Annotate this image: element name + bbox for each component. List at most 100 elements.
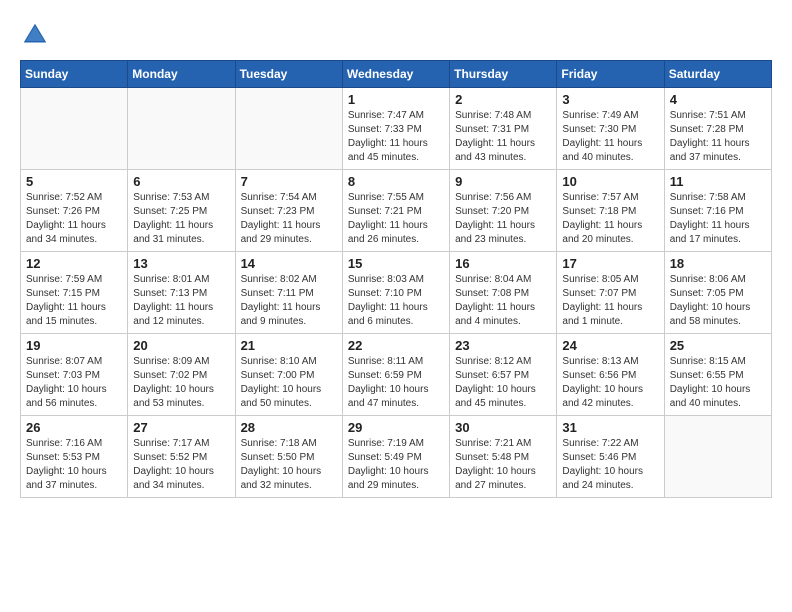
week-row-3: 12 Sunrise: 7:59 AM Sunset: 7:15 PM Dayl… [21,252,772,334]
day-header-sunday: Sunday [21,61,128,88]
daylight-label: Daylight: 10 hours and 45 minutes. [455,384,536,409]
day-header-thursday: Thursday [450,61,557,88]
calendar-cell: 29 Sunrise: 7:19 AM Sunset: 5:49 PM Dayl… [342,416,449,498]
calendar-cell: 28 Sunrise: 7:18 AM Sunset: 5:50 PM Dayl… [235,416,342,498]
sunset-label: Sunset: 5:52 PM [133,452,207,463]
calendar-cell [128,88,235,170]
cell-content: Sunrise: 8:10 AM Sunset: 7:00 PM Dayligh… [241,355,337,411]
daylight-label: Daylight: 11 hours and 31 minutes. [133,220,213,245]
daylight-label: Daylight: 10 hours and 40 minutes. [670,384,751,409]
day-number: 1 [348,92,444,107]
sunrise-label: Sunrise: 8:09 AM [133,356,209,367]
sunset-label: Sunset: 7:11 PM [241,288,314,299]
day-number: 10 [562,174,658,189]
day-number: 29 [348,420,444,435]
daylight-label: Daylight: 11 hours and 45 minutes. [348,138,428,163]
cell-content: Sunrise: 7:21 AM Sunset: 5:48 PM Dayligh… [455,437,551,493]
day-number: 3 [562,92,658,107]
daylight-label: Daylight: 10 hours and 32 minutes. [241,466,322,491]
daylight-label: Daylight: 10 hours and 50 minutes. [241,384,322,409]
calendar-cell: 9 Sunrise: 7:56 AM Sunset: 7:20 PM Dayli… [450,170,557,252]
cell-content: Sunrise: 7:19 AM Sunset: 5:49 PM Dayligh… [348,437,444,493]
day-number: 15 [348,256,444,271]
sunset-label: Sunset: 7:05 PM [670,288,744,299]
calendar-cell: 2 Sunrise: 7:48 AM Sunset: 7:31 PM Dayli… [450,88,557,170]
sunrise-label: Sunrise: 7:49 AM [562,110,638,121]
sunrise-label: Sunrise: 7:59 AM [26,274,102,285]
day-number: 11 [670,174,766,189]
calendar-cell: 22 Sunrise: 8:11 AM Sunset: 6:59 PM Dayl… [342,334,449,416]
calendar-cell: 10 Sunrise: 7:57 AM Sunset: 7:18 PM Dayl… [557,170,664,252]
sunrise-label: Sunrise: 8:07 AM [26,356,102,367]
cell-content: Sunrise: 8:03 AM Sunset: 7:10 PM Dayligh… [348,273,444,329]
day-number: 17 [562,256,658,271]
calendar-cell: 11 Sunrise: 7:58 AM Sunset: 7:16 PM Dayl… [664,170,771,252]
cell-content: Sunrise: 7:16 AM Sunset: 5:53 PM Dayligh… [26,437,122,493]
daylight-label: Daylight: 10 hours and 29 minutes. [348,466,429,491]
calendar-cell: 3 Sunrise: 7:49 AM Sunset: 7:30 PM Dayli… [557,88,664,170]
sunrise-label: Sunrise: 7:58 AM [670,192,746,203]
cell-content: Sunrise: 7:49 AM Sunset: 7:30 PM Dayligh… [562,109,658,165]
sunrise-label: Sunrise: 7:55 AM [348,192,424,203]
sunset-label: Sunset: 7:25 PM [133,206,207,217]
sunrise-label: Sunrise: 8:05 AM [562,274,638,285]
daylight-label: Daylight: 10 hours and 42 minutes. [562,384,643,409]
sunset-label: Sunset: 7:21 PM [348,206,422,217]
sunrise-label: Sunrise: 8:12 AM [455,356,531,367]
sunrise-label: Sunrise: 7:56 AM [455,192,531,203]
day-number: 28 [241,420,337,435]
cell-content: Sunrise: 8:12 AM Sunset: 6:57 PM Dayligh… [455,355,551,411]
cell-content: Sunrise: 7:22 AM Sunset: 5:46 PM Dayligh… [562,437,658,493]
sunset-label: Sunset: 5:46 PM [562,452,636,463]
daylight-label: Daylight: 11 hours and 34 minutes. [26,220,106,245]
cell-content: Sunrise: 8:07 AM Sunset: 7:03 PM Dayligh… [26,355,122,411]
calendar-cell [235,88,342,170]
daylight-label: Daylight: 11 hours and 20 minutes. [562,220,642,245]
cell-content: Sunrise: 7:57 AM Sunset: 7:18 PM Dayligh… [562,191,658,247]
daylight-label: Daylight: 10 hours and 37 minutes. [26,466,107,491]
cell-content: Sunrise: 7:47 AM Sunset: 7:33 PM Dayligh… [348,109,444,165]
day-header-wednesday: Wednesday [342,61,449,88]
sunset-label: Sunset: 7:03 PM [26,370,100,381]
day-number: 12 [26,256,122,271]
cell-content: Sunrise: 8:04 AM Sunset: 7:08 PM Dayligh… [455,273,551,329]
sunrise-label: Sunrise: 7:52 AM [26,192,102,203]
calendar-cell: 25 Sunrise: 8:15 AM Sunset: 6:55 PM Dayl… [664,334,771,416]
calendar-cell: 1 Sunrise: 7:47 AM Sunset: 7:33 PM Dayli… [342,88,449,170]
day-number: 8 [348,174,444,189]
day-number: 16 [455,256,551,271]
daylight-label: Daylight: 11 hours and 40 minutes. [562,138,642,163]
daylight-label: Daylight: 10 hours and 47 minutes. [348,384,429,409]
sunrise-label: Sunrise: 8:06 AM [670,274,746,285]
cell-content: Sunrise: 7:58 AM Sunset: 7:16 PM Dayligh… [670,191,766,247]
day-header-tuesday: Tuesday [235,61,342,88]
daylight-label: Daylight: 11 hours and 37 minutes. [670,138,750,163]
cell-content: Sunrise: 7:48 AM Sunset: 7:31 PM Dayligh… [455,109,551,165]
daylight-label: Daylight: 11 hours and 43 minutes. [455,138,535,163]
day-number: 27 [133,420,229,435]
cell-content: Sunrise: 8:15 AM Sunset: 6:55 PM Dayligh… [670,355,766,411]
calendar-cell: 5 Sunrise: 7:52 AM Sunset: 7:26 PM Dayli… [21,170,128,252]
sunset-label: Sunset: 7:10 PM [348,288,422,299]
daylight-label: Daylight: 10 hours and 53 minutes. [133,384,214,409]
calendar-cell [664,416,771,498]
sunset-label: Sunset: 6:56 PM [562,370,636,381]
week-row-4: 19 Sunrise: 8:07 AM Sunset: 7:03 PM Dayl… [21,334,772,416]
cell-content: Sunrise: 7:17 AM Sunset: 5:52 PM Dayligh… [133,437,229,493]
calendar-cell: 24 Sunrise: 8:13 AM Sunset: 6:56 PM Dayl… [557,334,664,416]
sunrise-label: Sunrise: 8:10 AM [241,356,317,367]
sunset-label: Sunset: 7:08 PM [455,288,529,299]
cell-content: Sunrise: 7:55 AM Sunset: 7:21 PM Dayligh… [348,191,444,247]
sunset-label: Sunset: 6:59 PM [348,370,422,381]
sunrise-label: Sunrise: 7:18 AM [241,438,317,449]
sunrise-label: Sunrise: 7:57 AM [562,192,638,203]
daylight-label: Daylight: 11 hours and 17 minutes. [670,220,750,245]
day-number: 24 [562,338,658,353]
sunrise-label: Sunrise: 7:51 AM [670,110,746,121]
week-row-1: 1 Sunrise: 7:47 AM Sunset: 7:33 PM Dayli… [21,88,772,170]
calendar-cell: 31 Sunrise: 7:22 AM Sunset: 5:46 PM Dayl… [557,416,664,498]
day-header-saturday: Saturday [664,61,771,88]
calendar-cell: 20 Sunrise: 8:09 AM Sunset: 7:02 PM Dayl… [128,334,235,416]
daylight-label: Daylight: 11 hours and 15 minutes. [26,302,106,327]
calendar-cell: 23 Sunrise: 8:12 AM Sunset: 6:57 PM Dayl… [450,334,557,416]
